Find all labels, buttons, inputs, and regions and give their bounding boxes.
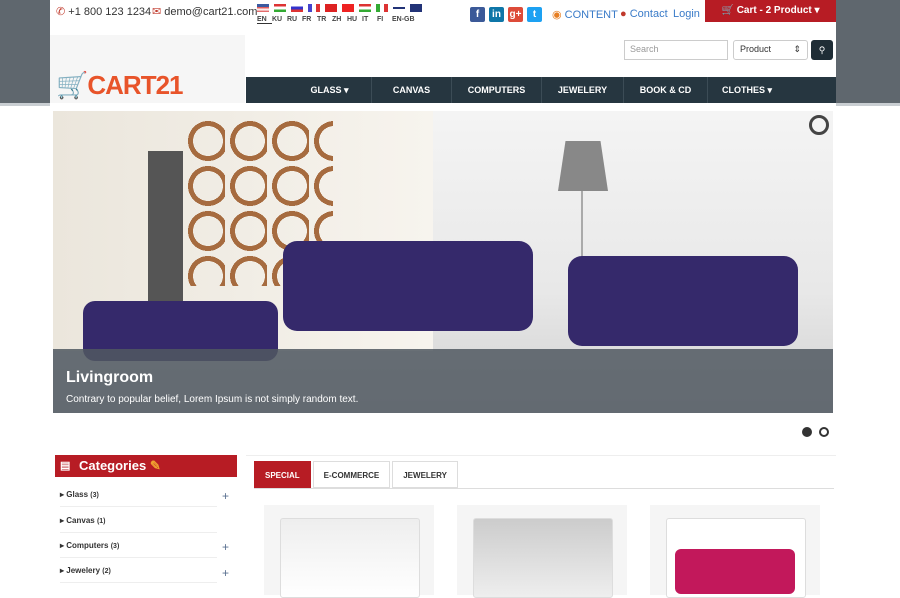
pause-icon[interactable]	[809, 115, 829, 135]
lang-fi[interactable]: FI	[377, 16, 392, 24]
lang-tr[interactable]: TR	[317, 16, 332, 24]
flag-icon[interactable]	[325, 4, 337, 12]
nav-jewelery[interactable]: JEWELERY ▾	[542, 77, 624, 121]
tab-e-commerce[interactable]: E-COMMERCE	[312, 461, 391, 488]
language-list: EN KU RU FR TR ZH HU IT FI EN-GB	[257, 16, 416, 24]
category-glass[interactable]: ▸ Glass (3)	[60, 482, 217, 507]
search-input[interactable]: Search	[624, 40, 728, 60]
lang-zh[interactable]: ZH	[332, 16, 347, 24]
search-icon: ⚲	[818, 45, 826, 55]
category-jewelery[interactable]: ▸ Jewelery (2)	[60, 558, 217, 583]
logo[interactable]: 🛒CART21	[50, 35, 245, 103]
flag-icon[interactable]	[308, 4, 320, 12]
map-pin-icon: ●	[620, 8, 627, 20]
product-image[interactable]	[280, 518, 420, 598]
expand-computers-icon[interactable]: +	[222, 540, 229, 554]
sofa-thumb	[675, 549, 795, 594]
nav-clothes[interactable]: CLOTHES ▾	[708, 77, 786, 103]
flag-icon[interactable]	[410, 4, 422, 12]
flag-icon[interactable]	[393, 4, 405, 12]
lang-ru[interactable]: RU	[287, 16, 302, 24]
tab-jewelery[interactable]: JEWELERY	[392, 461, 458, 488]
flag-icon[interactable]	[342, 4, 354, 12]
sofa	[283, 241, 533, 331]
contact-link[interactable]: ● Contact	[620, 8, 668, 20]
lang-hu[interactable]: HU	[347, 16, 362, 24]
slide-caption: Livingroom Contrary to popular belief, L…	[53, 349, 833, 413]
product-tabs: SPECIAL E-COMMERCE JEWELERY	[254, 461, 458, 488]
cabinet	[148, 151, 183, 311]
divider	[246, 455, 836, 456]
login-link[interactable]: Login	[673, 8, 700, 20]
slider-dot-2[interactable]	[819, 427, 829, 437]
language-flags	[257, 4, 422, 12]
hero-slider[interactable]: Livingroom Contrary to popular belief, L…	[53, 111, 833, 413]
flag-icon[interactable]	[359, 4, 371, 12]
envelope-icon: ✉	[152, 6, 162, 18]
product-image[interactable]	[473, 518, 613, 598]
cart-icon: 🛒	[721, 5, 734, 16]
lang-en[interactable]: EN	[257, 16, 272, 24]
lang-fr[interactable]: FR	[302, 16, 317, 24]
caret-down-icon: ▾	[814, 5, 820, 16]
phone-icon: ✆	[56, 6, 66, 18]
tab-special[interactable]: SPECIAL	[254, 461, 311, 488]
page: ✆ +1 800 123 1234 ✉ demo@cart21.com EN K…	[50, 0, 836, 598]
categories-header: ▤ Categories ✎	[55, 455, 237, 477]
list-icon: ▤	[60, 460, 71, 472]
nav-glass[interactable]: GLASS ▾	[288, 77, 372, 103]
twitter-icon[interactable]: t	[527, 7, 542, 22]
google-plus-icon[interactable]: g+	[508, 7, 523, 22]
lang-it[interactable]: IT	[362, 16, 377, 24]
flag-icon[interactable]	[274, 4, 286, 12]
main-nav: GLASS ▾ CANVAS COMPUTERS ▾ JEWELERY ▾ BO…	[246, 77, 836, 121]
cart-button[interactable]: 🛒 Cart - 2 Product ▾	[705, 0, 836, 22]
lang-en-gb[interactable]: EN-GB	[392, 16, 416, 24]
product-card[interactable]	[457, 505, 627, 598]
search-button[interactable]: ⚲	[811, 40, 833, 60]
content-link[interactable]: ◉ CONTENT	[552, 8, 618, 21]
sofa	[568, 256, 798, 346]
product-image[interactable]	[666, 518, 806, 598]
search-category-select[interactable]: Product ⇕	[733, 40, 808, 60]
product-card[interactable]	[264, 505, 434, 598]
slider-dot-1[interactable]	[802, 427, 812, 437]
category-computers[interactable]: ▸ Computers (3)	[60, 533, 217, 558]
expand-glass-icon[interactable]: +	[222, 489, 229, 503]
phone: ✆ +1 800 123 1234	[56, 6, 152, 18]
expand-jewelery-icon[interactable]: +	[222, 566, 229, 580]
edit-icon: ✎	[149, 458, 161, 473]
lang-ku[interactable]: KU	[272, 16, 287, 24]
email[interactable]: ✉ demo@cart21.com	[152, 5, 257, 18]
slide-title: Livingroom	[66, 369, 154, 386]
nav-book-cd[interactable]: BOOK & CD	[624, 77, 708, 103]
select-arrows-icon: ⇕	[793, 44, 801, 54]
cart-logo-icon: 🛒	[56, 70, 88, 100]
flag-icon[interactable]	[257, 4, 269, 12]
lamp	[558, 141, 608, 191]
nav-canvas[interactable]: CANVAS	[372, 77, 452, 103]
content-icon: ◉	[552, 9, 562, 21]
category-canvas[interactable]: ▸ Canvas (1)	[60, 508, 217, 533]
flag-icon[interactable]	[291, 4, 303, 12]
product-card[interactable]	[650, 505, 820, 598]
slide-subtitle: Contrary to popular belief, Lorem Ipsum …	[66, 394, 359, 405]
flag-icon[interactable]	[376, 4, 388, 12]
linkedin-icon[interactable]: in	[489, 7, 504, 22]
nav-computers[interactable]: COMPUTERS ▾	[452, 77, 542, 121]
facebook-icon[interactable]: f	[470, 7, 485, 22]
